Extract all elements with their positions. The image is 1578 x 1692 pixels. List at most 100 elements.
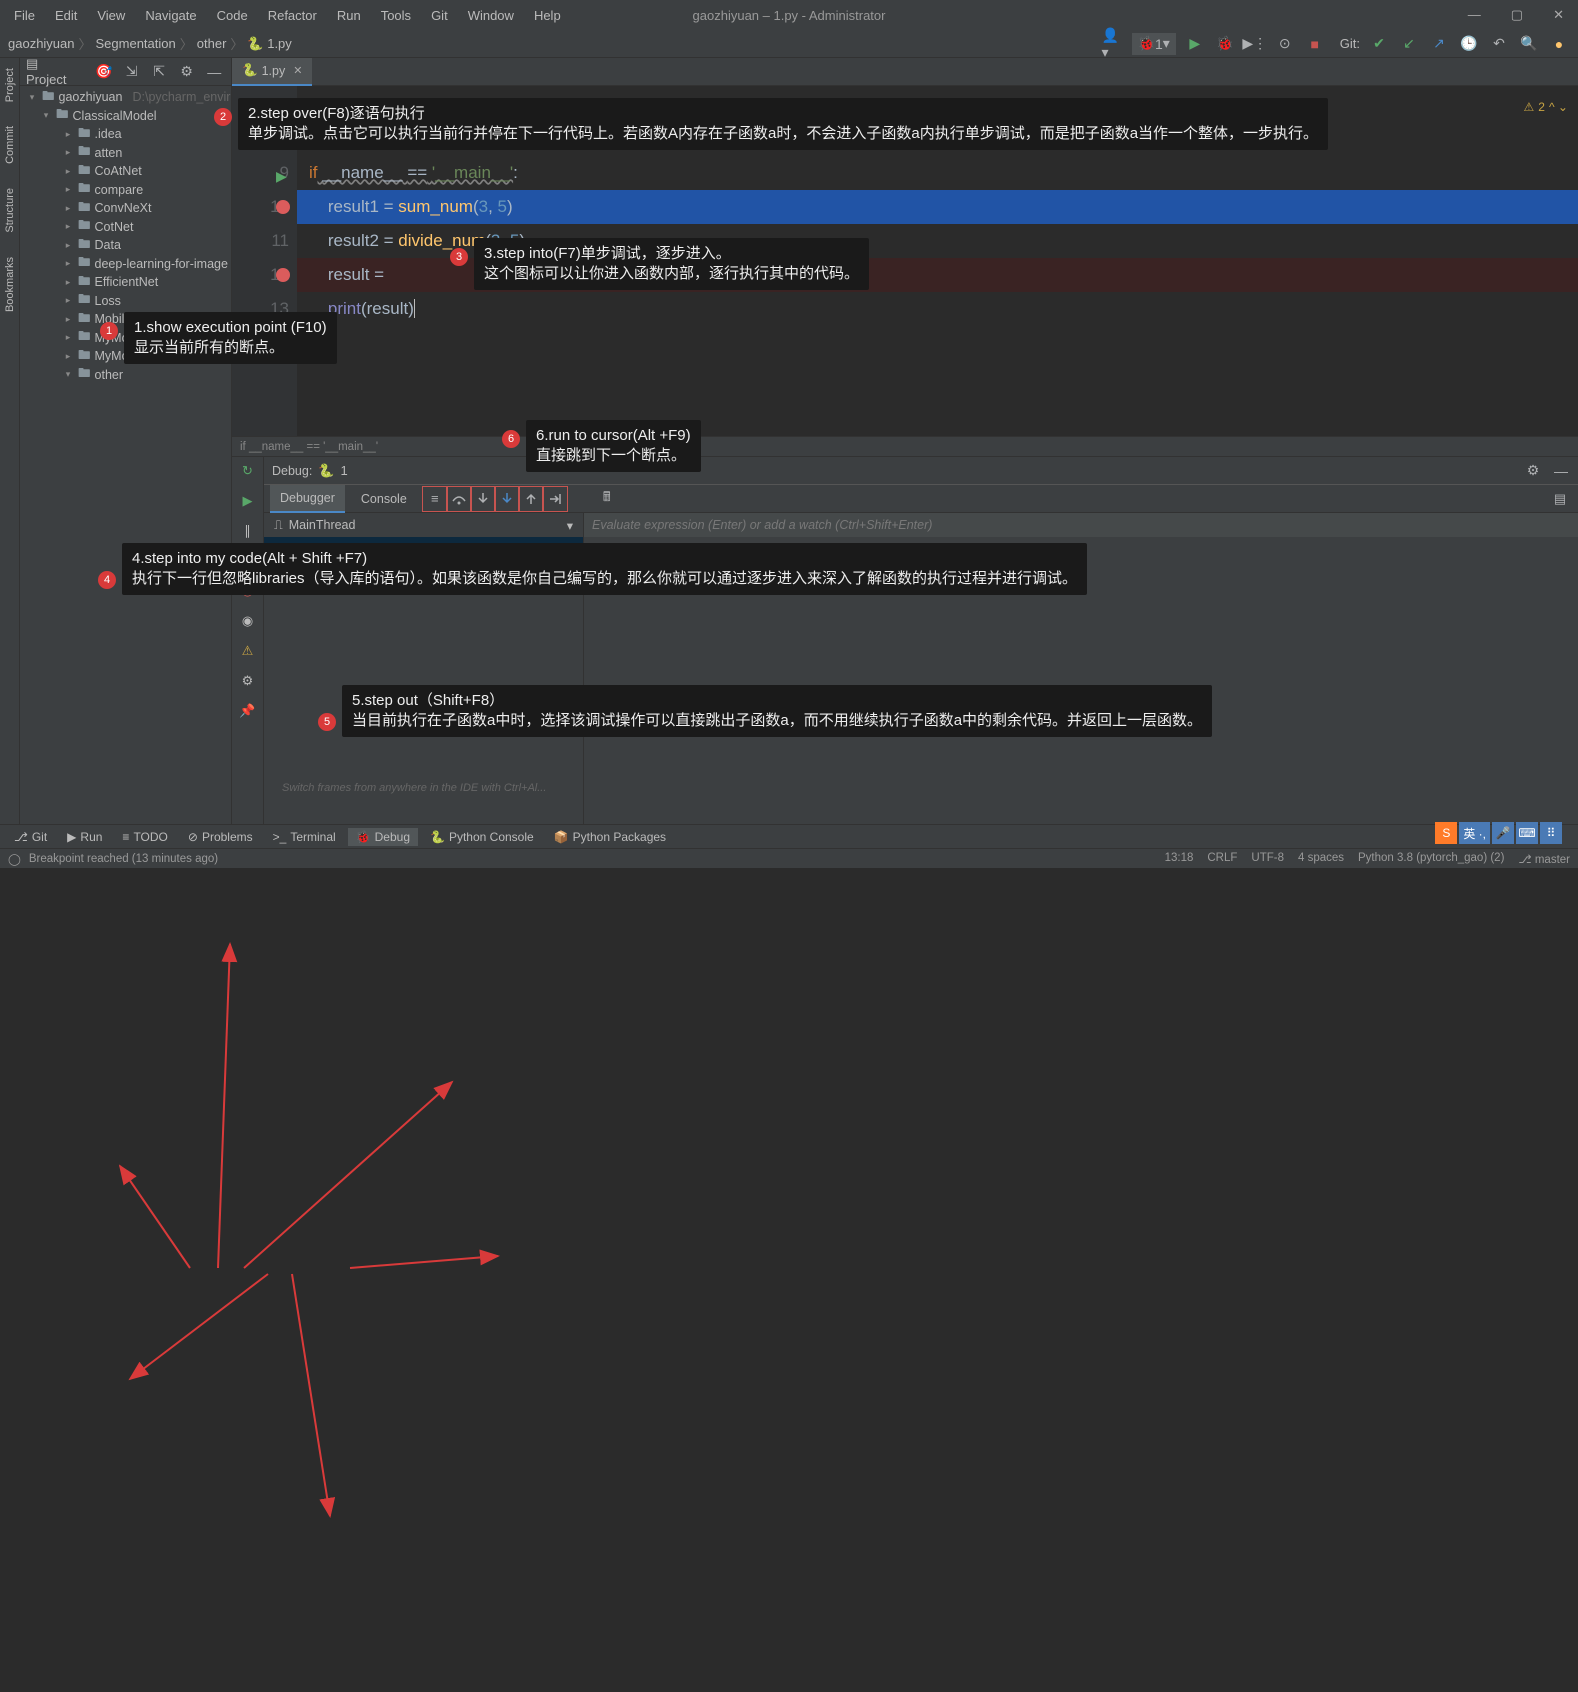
profile-button[interactable]: ⊙ bbox=[1274, 33, 1296, 55]
debug-button[interactable]: 🐞 bbox=[1214, 33, 1236, 55]
stop-button[interactable]: ■ bbox=[1304, 33, 1326, 55]
breadcrumb-item[interactable]: gaozhiyuan bbox=[8, 36, 75, 51]
breadcrumb-item[interactable]: Segmentation bbox=[96, 36, 176, 51]
breadcrumb-item[interactable]: 🐍 1.py bbox=[247, 36, 291, 52]
status-item[interactable]: 13:18 bbox=[1165, 852, 1194, 866]
tree-item[interactable]: ▸🖿CotNet bbox=[20, 218, 231, 237]
debug-hide-icon[interactable]: — bbox=[1550, 460, 1572, 482]
bottom-tab-run[interactable]: ▶Run bbox=[59, 828, 110, 846]
evaluate-input[interactable]: Evaluate expression (Enter) or add a wat… bbox=[584, 513, 1578, 537]
status-item[interactable]: CRLF bbox=[1207, 852, 1237, 866]
tree-item[interactable]: ▾🖿ClassicalModel bbox=[20, 107, 231, 126]
select-opened-file-icon[interactable]: 🎯 bbox=[93, 61, 115, 83]
pause-button[interactable]: ∥ bbox=[238, 521, 258, 541]
bottom-tab-terminal[interactable]: >_Terminal bbox=[265, 828, 344, 846]
bottom-tab-todo[interactable]: ≡TODO bbox=[114, 828, 175, 846]
thread-selector[interactable]: ⎍ MainThread▾ bbox=[264, 513, 583, 537]
close-button[interactable]: ✕ bbox=[1545, 5, 1572, 25]
bottom-tab-python-console[interactable]: 🐍Python Console bbox=[422, 828, 542, 846]
vcs-push-icon[interactable]: ↗ bbox=[1428, 33, 1450, 55]
tree-item[interactable]: ▸🖿.idea bbox=[20, 125, 231, 144]
tree-item[interactable]: ▸🖿EfficientNet bbox=[20, 273, 231, 292]
menu-run[interactable]: Run bbox=[329, 4, 369, 27]
hide-icon[interactable]: — bbox=[203, 61, 225, 83]
bottom-tab-git[interactable]: ⎇Git bbox=[6, 828, 55, 846]
pin-icon[interactable]: 📌 bbox=[238, 701, 258, 721]
tab-debugger[interactable]: Debugger bbox=[270, 485, 345, 513]
menu-window[interactable]: Window bbox=[460, 4, 522, 27]
rail-tab-project[interactable]: Project bbox=[2, 62, 18, 108]
evaluate-expression-button[interactable]: 🖩 bbox=[595, 487, 619, 511]
rerun-button[interactable]: ↻ bbox=[238, 461, 258, 481]
run-line-icon[interactable]: ▶ bbox=[276, 159, 287, 193]
run-config-selector[interactable]: 🐞 1 ▾ bbox=[1132, 33, 1176, 55]
tree-item[interactable]: ▾🖿other bbox=[20, 366, 231, 385]
bottom-tab-debug[interactable]: 🐞Debug bbox=[348, 828, 418, 846]
inspection-widget[interactable]: ⚠ 2 ^ ⌄ bbox=[1524, 90, 1568, 124]
ime-grid-icon[interactable]: ⠿ bbox=[1540, 822, 1562, 844]
breakpoint-icon[interactable] bbox=[276, 200, 290, 214]
run-to-cursor-button[interactable] bbox=[543, 487, 567, 511]
ime-voice-icon[interactable]: 🎤 bbox=[1492, 822, 1514, 844]
editor-tab[interactable]: 🐍 1.py ✕ bbox=[232, 58, 312, 86]
run-button[interactable]: ▶ bbox=[1184, 33, 1206, 55]
maximize-button[interactable]: ▢ bbox=[1503, 5, 1531, 25]
bottom-tab-python-packages[interactable]: 📦Python Packages bbox=[546, 828, 674, 846]
tree-item[interactable]: ▸🖿Data bbox=[20, 236, 231, 255]
ime-lang[interactable]: 英 ·, bbox=[1459, 822, 1490, 844]
tree-item[interactable]: ▸🖿CoAtNet bbox=[20, 162, 231, 181]
menu-code[interactable]: Code bbox=[209, 4, 256, 27]
menu-tools[interactable]: Tools bbox=[373, 4, 419, 27]
show-execution-point-button[interactable]: ≡ bbox=[423, 487, 447, 511]
menu-refactor[interactable]: Refactor bbox=[260, 4, 325, 27]
ide-settings-icon[interactable]: ● bbox=[1548, 33, 1570, 55]
ime-keyboard-icon[interactable]: ⌨ bbox=[1516, 822, 1538, 844]
gear-icon[interactable]: ⚙ bbox=[176, 61, 198, 83]
breadcrumb-item[interactable]: other bbox=[197, 36, 227, 51]
editor-breadcrumb[interactable]: if __name__ == '__main__' bbox=[232, 436, 1578, 456]
step-out-button[interactable] bbox=[519, 487, 543, 511]
tree-item[interactable]: ▸🖿deep-learning-for-image bbox=[20, 255, 231, 274]
menu-help[interactable]: Help bbox=[526, 4, 569, 27]
rail-tab-commit[interactable]: Commit bbox=[2, 120, 18, 170]
tree-item[interactable]: ▸🖿ConvNeXt bbox=[20, 199, 231, 218]
settings-icon[interactable]: ⚙ bbox=[238, 671, 258, 691]
rail-tab-structure[interactable]: Structure bbox=[2, 182, 18, 239]
tree-item[interactable]: ▸🖿Loss bbox=[20, 292, 231, 311]
breakpoint-icon[interactable] bbox=[276, 268, 290, 282]
menu-edit[interactable]: Edit bbox=[47, 4, 85, 27]
warn-icon[interactable]: ⚠ bbox=[238, 641, 258, 661]
collapse-all-icon[interactable]: ⇱ bbox=[148, 61, 170, 83]
minimize-button[interactable]: — bbox=[1460, 5, 1489, 25]
vcs-update-icon[interactable]: ✔ bbox=[1368, 33, 1390, 55]
status-circle-icon[interactable]: ◯ bbox=[8, 852, 21, 866]
status-item[interactable]: ⎇ master bbox=[1518, 852, 1570, 866]
menu-navigate[interactable]: Navigate bbox=[137, 4, 204, 27]
layout-settings-icon[interactable]: ▤ bbox=[1548, 487, 1572, 511]
expand-all-icon[interactable]: ⇲ bbox=[121, 61, 143, 83]
status-item[interactable]: 4 spaces bbox=[1298, 852, 1344, 866]
bottom-tab-problems[interactable]: ⊘Problems bbox=[180, 828, 261, 846]
user-icon[interactable]: 👤▾ bbox=[1102, 33, 1124, 55]
tree-item[interactable]: ▸🖿atten bbox=[20, 144, 231, 163]
tab-close-icon[interactable]: ✕ bbox=[293, 64, 302, 77]
run-coverage-button[interactable]: ▶⋮ bbox=[1244, 33, 1266, 55]
menu-git[interactable]: Git bbox=[423, 4, 456, 27]
menu-file[interactable]: File bbox=[6, 4, 43, 27]
vcs-rollback-icon[interactable]: ↶ bbox=[1488, 33, 1510, 55]
tree-item[interactable]: ▸🖿compare bbox=[20, 181, 231, 200]
tab-console[interactable]: Console bbox=[351, 485, 417, 513]
debug-gear-icon[interactable]: ⚙ bbox=[1522, 460, 1544, 482]
tree-item[interactable]: ▾🖿gaozhiyuanD:\pycharm_envir bbox=[20, 88, 231, 107]
step-into-my-code-button[interactable] bbox=[495, 487, 519, 511]
mute-breakpoints-button[interactable]: ◉ bbox=[238, 611, 258, 631]
ime-logo[interactable]: S bbox=[1435, 822, 1457, 844]
step-into-button[interactable] bbox=[471, 487, 495, 511]
vcs-history-icon[interactable]: 🕒 bbox=[1458, 33, 1480, 55]
status-item[interactable]: Python 3.8 (pytorch_gao) (2) bbox=[1358, 852, 1504, 866]
search-icon[interactable]: 🔍 bbox=[1518, 33, 1540, 55]
resume-button[interactable]: ▶ bbox=[238, 491, 258, 511]
rail-tab-bookmarks[interactable]: Bookmarks bbox=[2, 251, 18, 318]
step-over-button[interactable] bbox=[447, 487, 471, 511]
menu-view[interactable]: View bbox=[89, 4, 133, 27]
